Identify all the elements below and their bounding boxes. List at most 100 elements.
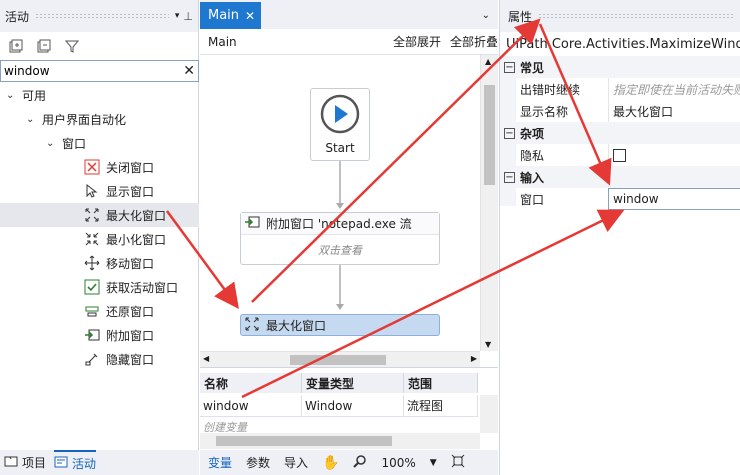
properties-panel: 属性 UiPath.Core.Activities.MaximizeWindow… (499, 0, 740, 475)
tab-main[interactable]: Main ✕ (200, 2, 262, 29)
attach-window-icon (244, 214, 260, 233)
attach-window-icon (84, 327, 100, 343)
chevron-down-icon[interactable]: ⌄ (46, 138, 58, 149)
activities-panel: 活动 ▾ ⊥ ✕ ⌄ 可用 ⌄ 用户界面自动化 ⌄ 窗口 关闭窗口 显示窗口 (0, 0, 199, 475)
double-click-hint: 双击查看 (318, 244, 362, 257)
panel-grip[interactable] (35, 13, 169, 19)
collapse-all-icon[interactable] (36, 38, 52, 54)
display-name-field[interactable]: 最大化窗口 (608, 100, 740, 122)
fit-screen-icon[interactable] (451, 454, 465, 471)
restore-window-icon (84, 303, 100, 319)
designer-panel: Main ✕ ⌄ Main 全部展开 全部折叠 Start 附加窗口 'note… (200, 0, 498, 475)
pan-hand-icon[interactable]: ✋ (322, 455, 339, 471)
activity-attach-window[interactable]: 附加窗口 (0, 323, 199, 347)
canvas-horizontal-scrollbar[interactable]: ◀ ▶ (200, 351, 480, 367)
activity-hide-window[interactable]: 隐藏窗口 (0, 347, 199, 371)
activity-maximize-window[interactable]: 最大化窗口 (0, 203, 199, 227)
pin-icon[interactable]: ⊥ (183, 10, 193, 23)
activity-show-window[interactable]: 显示窗口 (0, 179, 199, 203)
window-input-field[interactable]: window (608, 188, 740, 210)
activity-close-window[interactable]: 关闭窗口 (0, 155, 199, 179)
start-label: Start (325, 141, 355, 155)
activity-restore-window[interactable]: 还原窗口 (0, 299, 199, 323)
chevron-down-icon[interactable]: ⌄ (6, 90, 18, 101)
zoom-level[interactable]: 100% (381, 456, 415, 470)
maximize-window-activity[interactable]: 最大化窗口 (240, 314, 440, 336)
activity-get-active-window[interactable]: 获取活动窗口 (0, 275, 199, 299)
activities-search-input[interactable] (4, 64, 184, 78)
scroll-thumb[interactable] (484, 85, 495, 185)
move-window-icon (84, 255, 100, 271)
category-common[interactable]: − 常见 (500, 56, 740, 78)
var-scope-cell[interactable]: 流程图 (404, 395, 478, 417)
close-tab-icon[interactable]: ✕ (245, 9, 255, 23)
document-tabs: Main ✕ ⌄ (200, 0, 498, 29)
minimize-window-icon (84, 231, 100, 247)
breadcrumb[interactable]: Main (208, 35, 237, 49)
maximize-window-icon (244, 316, 260, 335)
activities-panel-title: 活动 (5, 9, 30, 24)
clear-search-icon[interactable]: ✕ (183, 63, 195, 79)
panel-grip[interactable] (538, 13, 734, 19)
private-checkbox[interactable] (613, 148, 626, 162)
filter-icon[interactable] (64, 38, 80, 54)
prop-private: 隐私 (500, 144, 740, 166)
category-input[interactable]: − 输入 (500, 166, 740, 188)
show-window-icon (84, 183, 100, 199)
expand-all-link[interactable]: 全部展开 (393, 33, 441, 50)
attach-window-activity[interactable]: 附加窗口 'notepad.exe 流 双击查看 (240, 212, 440, 265)
private-checkbox-cell (608, 144, 740, 166)
expand-all-icon[interactable] (8, 38, 24, 54)
activities-toolbar (0, 32, 198, 60)
category-misc[interactable]: − 杂项 (500, 122, 740, 144)
prop-display-name: 显示名称 最大化窗口 (500, 100, 740, 122)
tab-imports[interactable]: 导入 (284, 454, 308, 471)
tab-dropdown-icon[interactable]: ⌄ (482, 10, 490, 21)
get-active-window-icon (84, 279, 100, 295)
tree-node-window[interactable]: ⌄ 窗口 (0, 131, 199, 155)
collapse-icon[interactable]: − (504, 127, 515, 139)
activity-class-name: UiPath.Core.Activities.MaximizeWindow (506, 36, 740, 52)
designer-breadcrumb-bar: Main 全部展开 全部折叠 (200, 29, 498, 55)
var-header-name[interactable]: 名称 (200, 373, 302, 393)
tree-node-available[interactable]: ⌄ 可用 (0, 83, 199, 107)
close-window-icon (84, 159, 100, 175)
var-type-cell[interactable]: Window (302, 395, 404, 417)
var-header-type[interactable]: 变量类型 (302, 373, 404, 393)
start-node[interactable]: Start (310, 88, 370, 161)
workflow-canvas[interactable]: Start 附加窗口 'notepad.exe 流 双击查看 最大化窗口 ▲ ▼… (200, 55, 498, 367)
activity-minimize-window[interactable]: 最小化窗口 (0, 227, 199, 251)
prop-window: 窗口 window (500, 188, 740, 210)
activities-icon (54, 456, 68, 471)
activities-search: ✕ (0, 60, 199, 82)
vars-horizontal-scrollbar[interactable] (200, 433, 480, 449)
tab-project[interactable]: 项目 (4, 454, 46, 471)
continue-on-error-field[interactable]: 指定即使在当前活动失败 (608, 78, 740, 100)
zoom-dropdown-icon[interactable]: ▼ (430, 458, 437, 468)
vars-vertical-scrollbar[interactable] (480, 395, 498, 433)
zoom-icon[interactable] (353, 454, 367, 471)
tree-node-ui-automation[interactable]: ⌄ 用户界面自动化 (0, 107, 199, 131)
hide-window-icon (84, 351, 100, 367)
tab-arguments[interactable]: 参数 (246, 454, 270, 471)
var-name-cell[interactable]: window (200, 395, 302, 417)
panel-dropdown-icon[interactable]: ▾ (175, 11, 180, 21)
designer-bottom-bar: 变量 参数 导入 ✋ 100% ▼ (200, 450, 498, 475)
tab-activities[interactable]: 活动 (54, 450, 97, 475)
scroll-thumb[interactable] (290, 355, 386, 365)
properties-title: 属性 (508, 9, 533, 24)
collapse-icon[interactable]: − (504, 61, 515, 73)
start-play-icon (320, 94, 360, 137)
tab-variables[interactable]: 变量 (208, 454, 232, 471)
project-icon (4, 455, 18, 470)
prop-continue-on-error: 出错时继续 指定即使在当前活动失败 (500, 78, 740, 100)
collapse-icon[interactable]: − (504, 171, 515, 183)
activities-panel-header: 活动 ▾ ⊥ (0, 0, 198, 32)
activity-move-window[interactable]: 移动窗口 (0, 251, 199, 275)
canvas-vertical-scrollbar[interactable]: ▲ ▼ (480, 55, 498, 351)
collapse-all-link[interactable]: 全部折叠 (450, 33, 498, 50)
variables-panel: 名称 变量类型 范围 window Window 流程图 创建变量 (200, 367, 498, 450)
var-header-scope[interactable]: 范围 (404, 373, 478, 393)
left-bottom-tabs: 项目 活动 (0, 450, 199, 475)
chevron-down-icon[interactable]: ⌄ (26, 114, 38, 125)
